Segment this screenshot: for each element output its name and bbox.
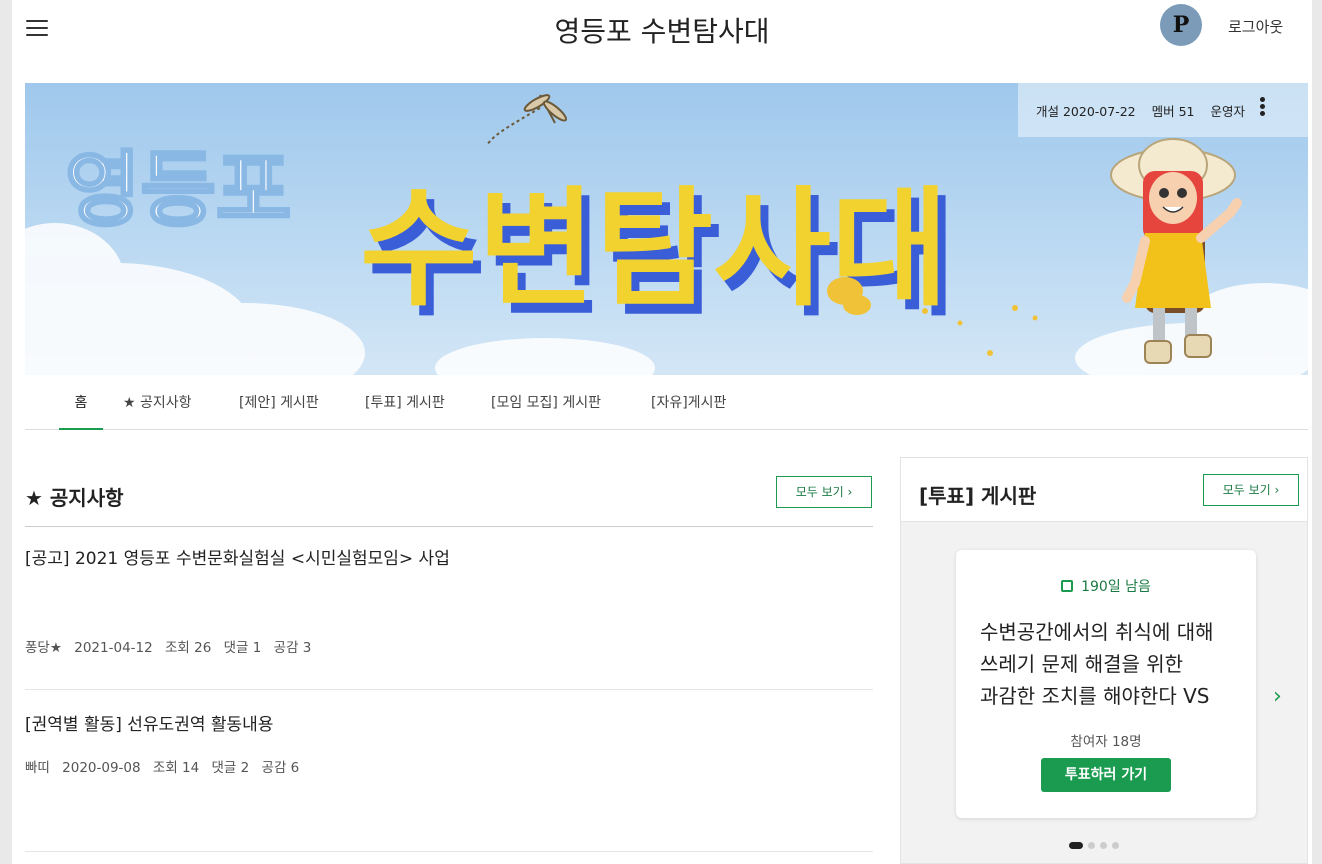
hourglass-icon <box>1061 580 1074 592</box>
post-author[interactable]: 빠띠 <box>25 760 50 776</box>
opened-date: 개설 2020-07-22 <box>1036 104 1136 119</box>
group-banner: 영등포 수변탐사대 수변탐사대 개설 2020-07-22 멤버 51 운영자 <box>25 83 1308 375</box>
vote-see-all-button[interactable]: 모두 보기 › <box>1203 474 1299 506</box>
post-views: 조회 26 <box>165 640 212 656</box>
chevron-right-icon[interactable]: › <box>1273 684 1282 709</box>
logout-button[interactable]: 로그아웃 <box>1228 16 1283 37</box>
tab-free[interactable]: [자유]게시판 <box>651 380 726 430</box>
board-tabs: 홈 ★ 공지사항 [제안] 게시판 [투표] 게시판 [모임 모집] 게시판 [… <box>25 380 1308 430</box>
tab-vote[interactable]: [투표] 게시판 <box>365 380 445 430</box>
group-info: 개설 2020-07-22 멤버 51 운영자 <box>1036 101 1257 120</box>
vote-board-header: [투표] 게시판 모두 보기 › <box>901 458 1307 522</box>
carousel-dot[interactable] <box>1112 842 1119 849</box>
operator-link[interactable]: 운영자 <box>1210 104 1245 119</box>
tab-proposal[interactable]: [제안] 게시판 <box>239 380 319 430</box>
list-item[interactable]: [공고] 2021 영등포 수변문화실험실 <시민실험모임> 사업 퐁당★ 20… <box>25 526 873 690</box>
member-count[interactable]: 멤버 51 <box>1152 104 1195 119</box>
vote-board-title: [투표] 게시판 <box>919 484 1037 508</box>
vote-board-panel: [투표] 게시판 모두 보기 › 190일 남음 수변공간에서의 취식에 대해 … <box>900 457 1308 864</box>
more-options-icon[interactable] <box>1260 97 1266 117</box>
go-vote-button[interactable]: 투표하러 가기 <box>1041 758 1171 792</box>
post-meta: 빠띠 2020-09-08 조회 14 댓글 2 공감 6 <box>25 756 307 776</box>
carousel-dot[interactable] <box>1069 842 1083 849</box>
post-author[interactable]: 퐁당★ <box>25 640 62 656</box>
post-comments: 댓글 2 <box>211 760 250 776</box>
post-likes: 공감 3 <box>273 640 312 656</box>
tab-notice[interactable]: ★ 공지사항 <box>123 380 192 430</box>
vote-remaining: 190일 남음 <box>956 576 1256 596</box>
vote-title-line: 수변공간에서의 취식에 대해 <box>980 620 1214 644</box>
post-meta: 퐁당★ 2021-04-12 조회 26 댓글 1 공감 3 <box>25 636 319 656</box>
carousel-pagination <box>1069 835 1124 849</box>
post-title[interactable]: [권역별 활동] 선유도권역 활동내용 <box>25 710 273 735</box>
remaining-days: 190일 남음 <box>1081 579 1151 595</box>
carousel-dot[interactable] <box>1088 842 1095 849</box>
user-avatar[interactable]: P <box>1160 4 1202 46</box>
post-views: 조회 14 <box>152 760 200 776</box>
post-date: 2020-09-08 <box>62 760 141 776</box>
list-item[interactable]: [권역별 활동] 선유도권역 활동내용 빠띠 2020-09-08 조회 14 … <box>25 690 873 852</box>
top-bar: 영등포 수변탐사대 P 로그아웃 <box>12 0 1312 64</box>
banner-meta-overlay: 개설 2020-07-22 멤버 51 운영자 <box>1018 83 1308 137</box>
site-title: 영등포 수변탐사대 <box>554 15 770 48</box>
post-title[interactable]: [공고] 2021 영등포 수변문화실험실 <시민실험모임> 사업 <box>25 544 450 569</box>
post-date: 2021-04-12 <box>74 640 153 656</box>
vote-title[interactable]: 수변공간에서의 취식에 대해 쓰레기 문제 해결을 위한 과감한 조치를 해야한… <box>980 616 1240 712</box>
vote-title-line: 과감한 조치를 해야한다 VS <box>980 684 1210 708</box>
post-comments: 댓글 1 <box>223 640 262 656</box>
post-likes: 공감 6 <box>261 760 300 776</box>
notice-see-all-button[interactable]: 모두 보기 › <box>776 476 872 508</box>
tab-home[interactable]: 홈 <box>59 380 103 430</box>
carousel-dot[interactable] <box>1100 842 1107 849</box>
vote-card[interactable]: 190일 남음 수변공간에서의 취식에 대해 쓰레기 문제 해결을 위한 과감한… <box>956 550 1256 818</box>
notice-section-title: ★ 공지사항 <box>25 486 124 510</box>
tab-meetup[interactable]: [모임 모집] 게시판 <box>491 380 601 430</box>
participant-count: 참여자 18명 <box>1070 734 1142 750</box>
vote-title-line: 쓰레기 문제 해결을 위한 <box>980 652 1184 676</box>
app-frame: 영등포 수변탐사대 P 로그아웃 영등포 수변탐사대 수변탐사대 개설 2020… <box>12 0 1312 864</box>
banner-title-small: 영등포 <box>65 143 291 238</box>
dragonfly-icon <box>486 94 568 146</box>
